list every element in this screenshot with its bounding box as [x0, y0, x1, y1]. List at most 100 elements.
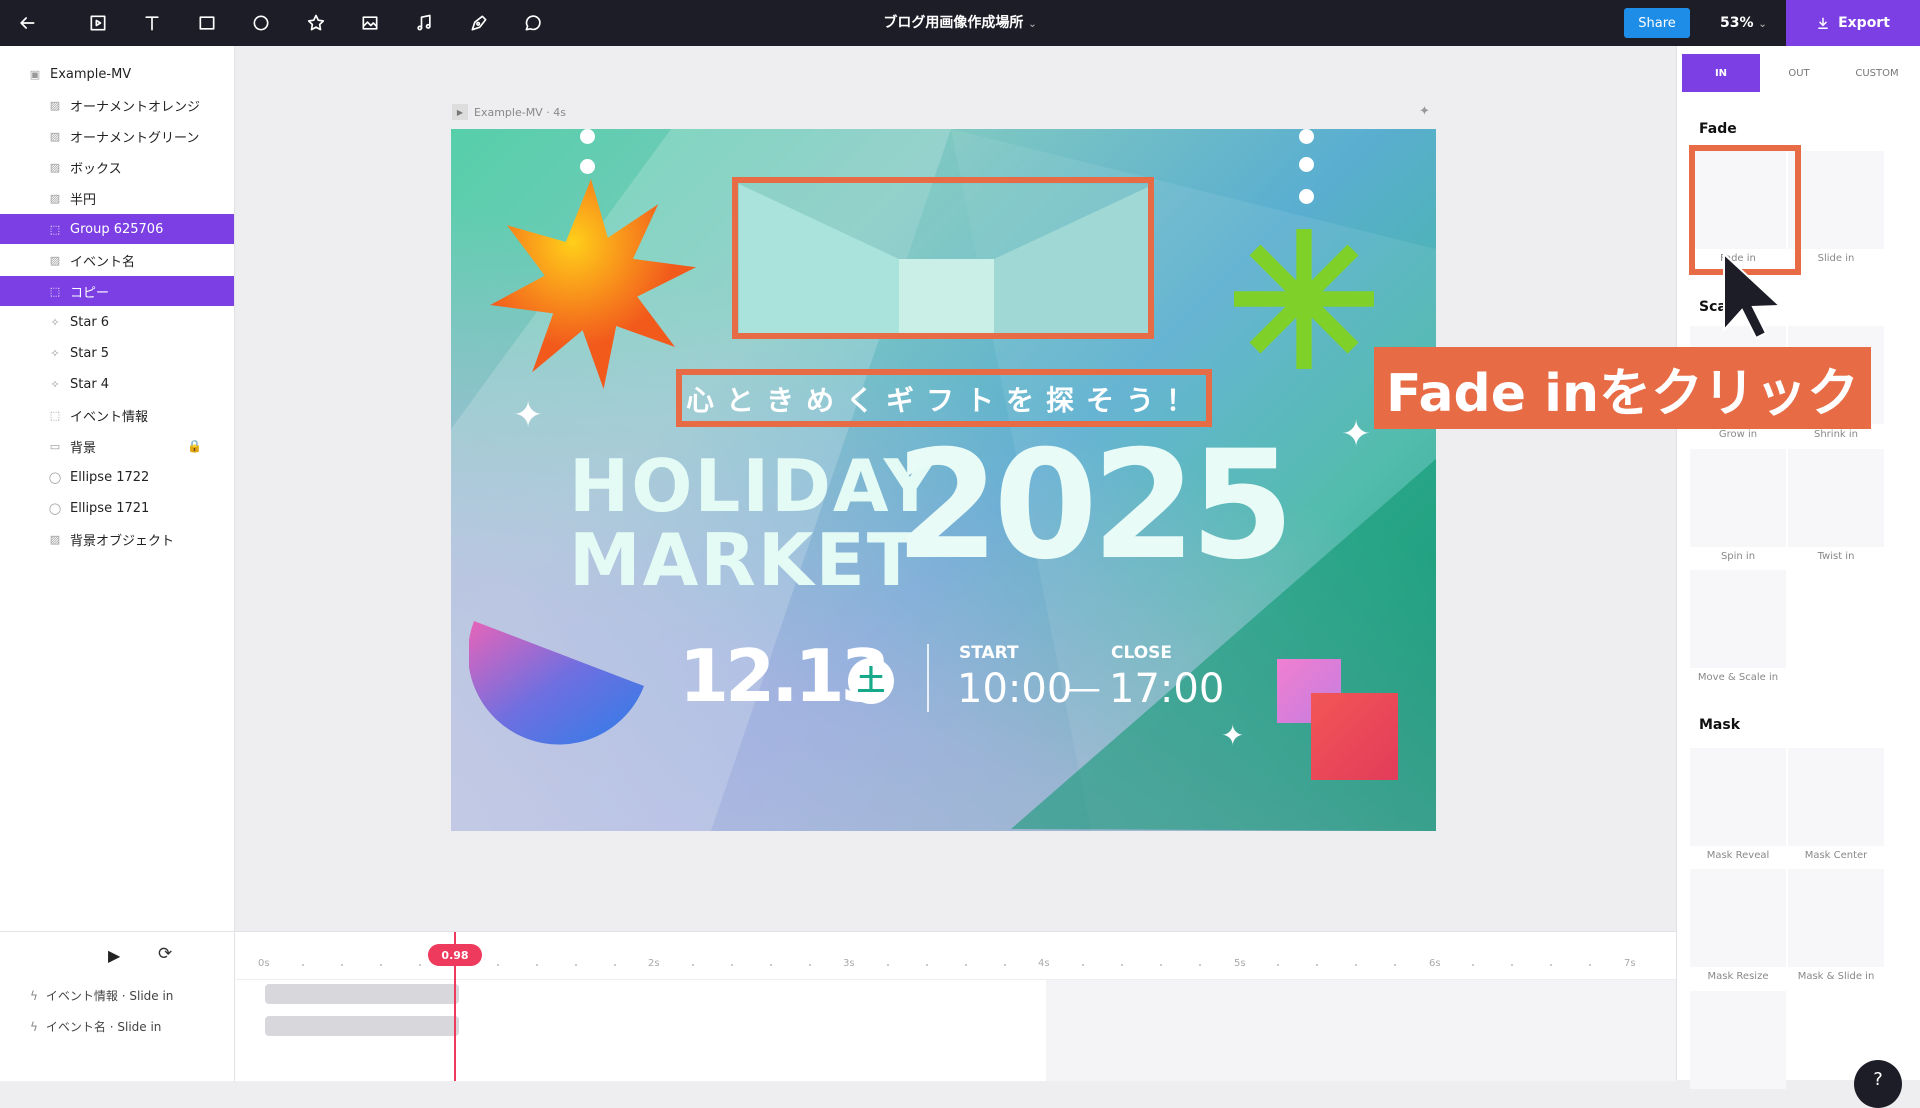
- weekday-badge[interactable]: 土: [848, 658, 894, 704]
- layer-item[interactable]: ▨ オーナメントグリーン: [0, 121, 234, 151]
- close-time[interactable]: 17:00: [1109, 666, 1224, 712]
- timeline-dot: [380, 964, 382, 966]
- preset-label: Mask & Slide in: [1797, 971, 1875, 982]
- image-icon: ▨: [49, 253, 61, 267]
- play-icon[interactable]: ▶: [452, 104, 468, 120]
- zoom-dropdown[interactable]: 53% ⌄: [1720, 0, 1767, 46]
- preset-mask-slide-in[interactable]: [1788, 869, 1884, 967]
- year-text[interactable]: 2025: [895, 421, 1294, 591]
- start-label: START: [959, 643, 1019, 663]
- preset-mask-center[interactable]: [1788, 748, 1884, 846]
- frame-label[interactable]: ▶ Example-MV · 4s: [452, 104, 566, 120]
- group-icon: ⬚: [49, 408, 61, 422]
- layer-item[interactable]: ▨ 半円: [0, 183, 234, 213]
- start-time[interactable]: 10:00: [957, 666, 1072, 712]
- timeline-dot: [1277, 964, 1279, 966]
- sparkle-star: ✦: [513, 395, 544, 436]
- mouse-cursor-icon: [1723, 251, 1783, 340]
- ellipse-tool-icon[interactable]: [238, 0, 284, 46]
- preset-twist-in[interactable]: [1788, 449, 1884, 547]
- preset-mask-resize[interactable]: [1690, 869, 1786, 967]
- preset-label: Move & Scale in: [1697, 672, 1779, 683]
- preset-mask-reveal[interactable]: [1690, 748, 1786, 846]
- preset-label: Shrink in: [1814, 429, 1858, 440]
- timeline-dot: [1394, 964, 1396, 966]
- layer-item[interactable]: ▨ イベント名: [0, 245, 234, 275]
- layer-label: オーナメントオレンジ: [70, 99, 201, 115]
- track-bar[interactable]: [265, 984, 459, 1004]
- star-tool-icon[interactable]: [293, 0, 339, 46]
- frame-tool-icon[interactable]: [75, 0, 121, 46]
- layer-item[interactable]: ✧ Star 4: [0, 369, 234, 399]
- playhead-time[interactable]: 0.98: [428, 944, 482, 966]
- layer-item[interactable]: ▨ オーナメントオレンジ: [0, 90, 234, 120]
- layer-label: 背景オブジェクト: [70, 533, 175, 549]
- image-icon: ▨: [49, 98, 61, 112]
- layer-label: コピー: [70, 285, 110, 301]
- frame-icon: ▣: [29, 67, 41, 81]
- tab-in[interactable]: IN: [1682, 54, 1760, 92]
- music-tool-icon[interactable]: [401, 0, 447, 46]
- layer-item[interactable]: ⬚ イベント情報: [0, 400, 234, 430]
- timeline-dot: [497, 964, 499, 966]
- tab-custom[interactable]: CUSTOM: [1838, 54, 1916, 92]
- preset-spin-in[interactable]: [1690, 449, 1786, 547]
- preset-label: Twist in: [1817, 551, 1855, 562]
- share-button[interactable]: Share: [1624, 8, 1690, 38]
- layer-item[interactable]: ▨ 背景オブジェクト: [0, 524, 234, 554]
- download-icon: [1818, 17, 1828, 29]
- document-title[interactable]: ブログ用画像作成場所 ⌄: [883, 15, 1036, 31]
- green-asterisk-ornament: [1234, 229, 1374, 369]
- preset-extra[interactable]: [1690, 991, 1786, 1089]
- tab-out[interactable]: OUT: [1760, 54, 1838, 92]
- image-tool-icon[interactable]: [347, 0, 393, 46]
- track-label[interactable]: ϟ イベント名 · Slide in: [30, 1018, 161, 1035]
- rectangle-tool-icon[interactable]: [184, 0, 230, 46]
- sparkle-icon[interactable]: ✦: [1419, 104, 1430, 119]
- timeline-tick: 0s: [258, 958, 270, 969]
- pen-tool-icon[interactable]: [456, 0, 502, 46]
- sparkle-star: ✦: [1341, 414, 1372, 455]
- star-icon: ✧: [50, 315, 60, 329]
- group-icon: ⬚: [49, 284, 61, 298]
- layer-item[interactable]: ◯ Ellipse 1722: [0, 462, 234, 492]
- export-button[interactable]: Export: [1786, 0, 1920, 46]
- timeline-dot: [1121, 964, 1123, 966]
- preset-slide-in[interactable]: [1788, 151, 1884, 249]
- timeline-dot: [1199, 964, 1201, 966]
- timeline-controls: ▶ ⟳ ϟ イベント情報 · Slide in ϟ イベント名 · Slide …: [0, 932, 235, 1081]
- track-label[interactable]: ϟ イベント情報 · Slide in: [30, 987, 173, 1004]
- layer-item[interactable]: ⬚ Group 625706: [0, 214, 234, 244]
- layer-label: Example-MV: [50, 66, 132, 82]
- event-title[interactable]: HOLIDAY MARKET: [569, 449, 938, 597]
- timeline-dot: [1589, 964, 1591, 966]
- lock-icon[interactable]: 🔒: [187, 439, 202, 453]
- timeline-dot: [1316, 964, 1318, 966]
- timeline-dot: [341, 964, 343, 966]
- animation-tabs: IN OUT CUSTOM: [1682, 54, 1916, 92]
- layer-item[interactable]: ⬚ コピー: [0, 276, 234, 306]
- star-icon: ✧: [50, 377, 60, 391]
- layer-item[interactable]: ▨ ボックス: [0, 152, 234, 182]
- layer-item[interactable]: ▭ 背景 🔒: [0, 431, 234, 461]
- timeline-dot: [770, 964, 772, 966]
- play-button[interactable]: ▶: [108, 946, 120, 965]
- back-arrow-icon[interactable]: [4, 0, 50, 46]
- layer-item[interactable]: ✧ Star 5: [0, 338, 234, 368]
- help-button[interactable]: ?: [1854, 1060, 1902, 1108]
- layer-item[interactable]: ◯ Ellipse 1721: [0, 493, 234, 523]
- time-dash: —: [1065, 668, 1101, 709]
- star-icon: ✧: [50, 346, 60, 360]
- layer-item[interactable]: ✧ Star 6: [0, 307, 234, 337]
- text-tool-icon[interactable]: [129, 0, 175, 46]
- sparkle-star: ✦: [1221, 719, 1245, 752]
- layer-item[interactable]: ▣ Example-MV: [0, 59, 234, 89]
- layer-label: ボックス: [70, 161, 122, 177]
- timeline-tick: 4s: [1038, 958, 1050, 969]
- track-bar[interactable]: [265, 1016, 459, 1036]
- image-icon: ▨: [49, 129, 61, 143]
- loop-icon[interactable]: ⟳: [158, 944, 172, 964]
- top-toolbar: ブログ用画像作成場所 ⌄ Share 53% ⌄ Export: [0, 0, 1920, 46]
- preset-move-scale-in[interactable]: [1690, 570, 1786, 668]
- comment-tool-icon[interactable]: [510, 0, 556, 46]
